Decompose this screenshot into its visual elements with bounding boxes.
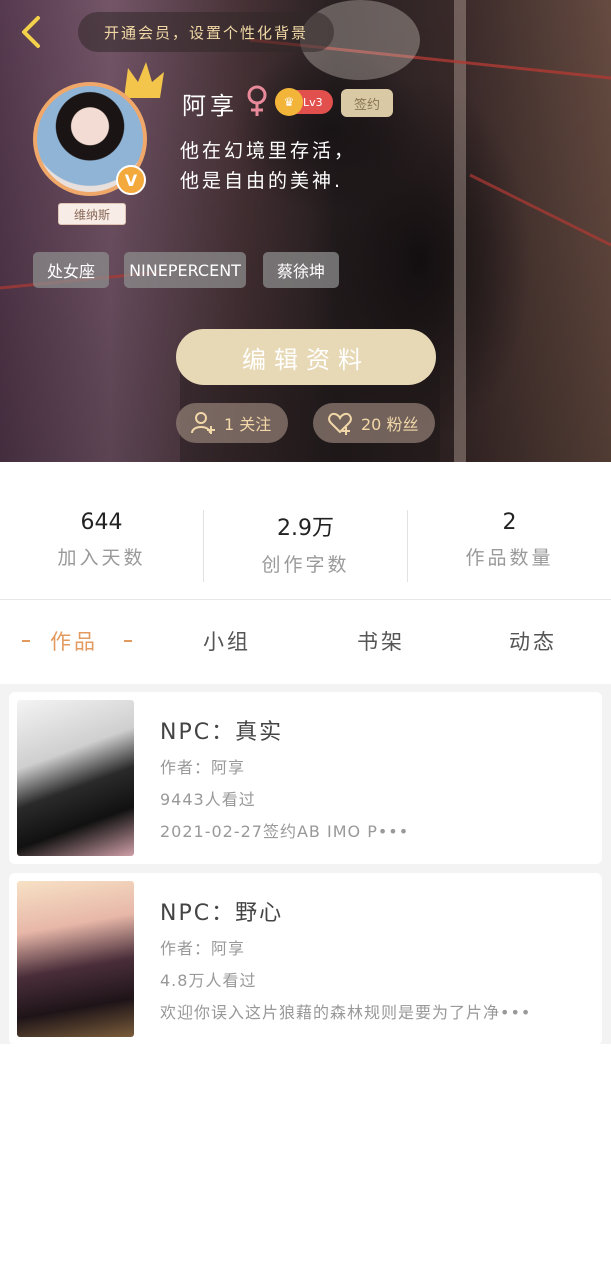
stat-value: 644 <box>80 510 123 535</box>
stat-value: 2 <box>502 510 517 535</box>
works-list: NPC：真实 作者：阿享 9443人看过 2021-02-27签约AB IMO … <box>0 684 611 1045</box>
stat-works-count: 2 作品数量 <box>408 510 611 570</box>
tab-works[interactable]: 作品 <box>50 626 98 656</box>
fans-count: 20 粉丝 <box>361 415 419 434</box>
work-cover-image[interactable] <box>17 881 134 1037</box>
profile-tag[interactable]: 处女座 <box>33 252 109 288</box>
work-cover-image[interactable] <box>17 700 134 856</box>
work-title: NPC：真实 <box>160 720 284 745</box>
stat-label: 创作字数 <box>261 554 350 576</box>
work-views: 9443人看过 <box>160 790 256 809</box>
stat-label: 作品数量 <box>465 547 554 569</box>
following-button[interactable]: 1 关注 <box>176 403 288 443</box>
signed-author-badge: 签约 <box>341 89 393 117</box>
active-tab-indicator <box>124 640 132 642</box>
avatar-nameplate: 维纳斯 <box>58 203 126 225</box>
profile-tabs: 作品 小组 书架 动态 <box>0 600 611 684</box>
profile-tag[interactable]: NINEPERCENT <box>124 252 246 288</box>
following-count: 1 关注 <box>224 415 272 434</box>
stat-word-count: 2.9万 创作字数 <box>204 510 407 577</box>
work-views: 4.8万人看过 <box>160 971 257 990</box>
bio-line: 他是自由的美神. <box>180 170 344 192</box>
fans-button[interactable]: 20 粉丝 <box>313 403 435 443</box>
work-description: 2021-02-27签约AB IMO P••• <box>160 822 410 841</box>
female-gender-icon <box>247 85 267 116</box>
stat-label: 加入天数 <box>57 547 146 569</box>
work-card[interactable]: NPC：真实 作者：阿享 9443人看过 2021-02-27签约AB IMO … <box>9 692 602 864</box>
vip-upgrade-banner[interactable]: 开通会员，设置个性化背景 <box>78 12 334 52</box>
work-description: 欢迎你误入这片狼藉的森林规则是要为了片净••• <box>160 1003 532 1022</box>
stats-bar: 644 加入天数 2.9万 创作字数 2 作品数量 <box>0 462 611 600</box>
profile-header-background: 开通会员，设置个性化背景 V 维纳斯 阿享 Lv3 ♛ 签约 他在幻境里存活， … <box>0 0 611 462</box>
bio-line: 他在幻境里存活， <box>180 140 357 162</box>
work-author: 作者：阿享 <box>160 758 246 777</box>
back-arrow-icon[interactable] <box>14 14 50 50</box>
work-author: 作者：阿享 <box>160 939 246 958</box>
profile-tag[interactable]: 蔡徐坤 <box>263 252 339 288</box>
stat-value: 2.9万 <box>277 516 334 541</box>
tab-activity[interactable]: 动态 <box>509 626 557 656</box>
add-user-icon <box>191 412 215 434</box>
stat-join-days: 644 加入天数 <box>0 510 203 570</box>
username: 阿享 <box>182 92 238 120</box>
user-bio: 他在幻境里存活， 他是自由的美神. <box>180 136 356 196</box>
level-crown-icon: ♛ <box>275 88 303 116</box>
tab-bookshelf[interactable]: 书架 <box>357 626 405 656</box>
tab-groups[interactable]: 小组 <box>203 626 251 656</box>
active-tab-indicator <box>22 640 30 642</box>
work-title: NPC：野心 <box>160 901 284 926</box>
work-card[interactable]: NPC：野心 作者：阿享 4.8万人看过 欢迎你误入这片狼藉的森林规则是要为了片… <box>9 873 602 1045</box>
verified-v-icon: V <box>116 165 146 195</box>
edit-profile-button[interactable]: 编辑资料 <box>176 329 436 385</box>
heart-plus-icon <box>328 412 352 435</box>
